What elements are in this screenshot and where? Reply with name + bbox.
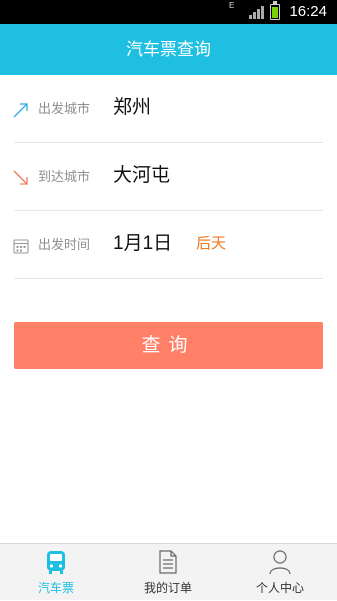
battery-level — [272, 6, 278, 18]
status-time: 16:24 — [289, 3, 327, 20]
tab-label: 我的订单 — [143, 581, 192, 595]
arrow-up-right-icon — [13, 103, 28, 118]
departure-date-value[interactable]: 1月1日 — [113, 230, 172, 258]
battery-icon — [270, 1, 280, 20]
tab-profile[interactable]: 个人中心 — [224, 544, 336, 601]
arrival-city-label: 到达城市 — [38, 169, 91, 184]
departure-city-value[interactable]: 郑州 — [113, 94, 151, 122]
bus-icon — [47, 551, 65, 574]
search-button[interactable]: 查询 — [14, 322, 323, 369]
signal-icon — [249, 6, 264, 19]
document-icon — [159, 550, 177, 574]
status-bar: E 16:24 — [0, 0, 337, 24]
tab-label: 汽车票 — [37, 581, 74, 595]
departure-date-label: 出发时间 — [38, 237, 91, 252]
arrival-city-value[interactable]: 大河屯 — [113, 162, 170, 190]
calendar-icon — [13, 239, 29, 254]
divider — [14, 278, 323, 279]
network-type-indicator: E — [229, 1, 235, 10]
arrival-city-row[interactable]: 到达城市 大河屯 — [0, 143, 337, 211]
departure-city-row[interactable]: 出发城市 郑州 — [0, 75, 337, 143]
bottom-tab-bar: 汽车票 我的订单 个人中心 — [0, 543, 337, 600]
page-title: 汽车票查询 — [0, 24, 337, 75]
departure-date-row[interactable]: 出发时间 1月1日 后天 — [0, 211, 337, 279]
tab-label: 个人中心 — [255, 581, 304, 595]
tab-my-orders[interactable]: 我的订单 — [112, 544, 224, 601]
arrow-down-right-icon — [13, 170, 28, 185]
relative-day-label: 后天 — [196, 235, 227, 252]
person-icon — [269, 550, 291, 575]
tab-bus-tickets[interactable]: 汽车票 — [0, 544, 112, 601]
departure-city-label: 出发城市 — [38, 101, 91, 116]
